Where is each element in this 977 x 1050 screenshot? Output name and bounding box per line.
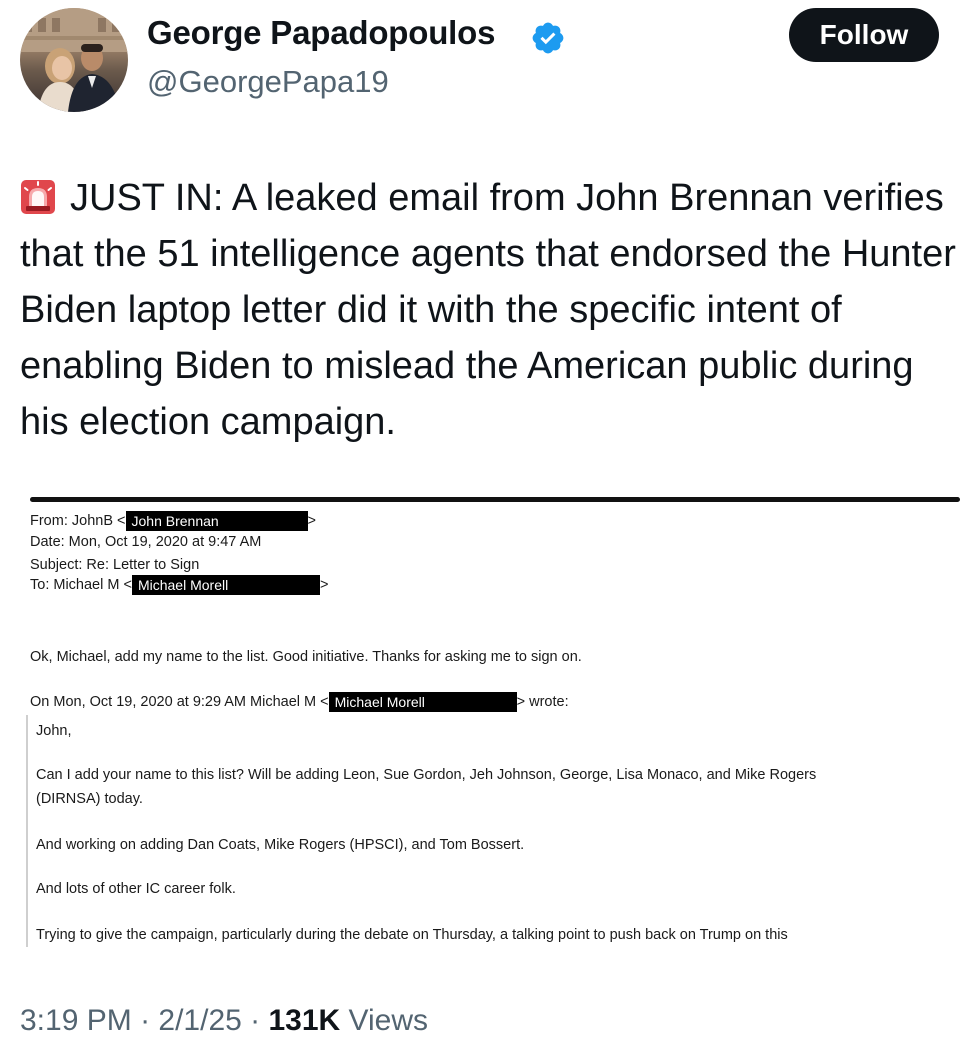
quoted-line: And working on adding Dan Coats, Mike Ro… <box>36 837 525 853</box>
email-to-line: To: Michael M < Michael Morell > <box>30 575 328 595</box>
email-reply-text: Ok, Michael, add my name to the list. Go… <box>30 649 582 665</box>
quote-indent-bar <box>26 715 28 947</box>
quote-header-suffix: > wrote: <box>516 694 569 710</box>
email-to-label: To: Michael M < <box>30 577 132 593</box>
views-label: Views <box>340 1004 429 1037</box>
quoted-line: And lots of other IC career folk. <box>36 881 236 897</box>
email-from-label: From: JohnB < <box>30 513 126 529</box>
follow-button[interactable]: Follow <box>789 8 939 62</box>
redacted-quote-address: Michael Morell <box>328 692 517 712</box>
image-top-border <box>30 497 960 502</box>
email-subject-line: Subject: Re: Letter to Sign <box>30 557 200 573</box>
tweet-media-image[interactable]: From: JohnB < John Brennan > Date: Mon, Oc… <box>14 493 965 960</box>
meta-separator: · <box>241 1004 269 1037</box>
tweet-body: JUST IN: A leaked email from John Brenna… <box>20 177 956 443</box>
redacted-to-address: Michael Morell <box>131 575 320 595</box>
tweet-date[interactable]: 2/1/25 <box>158 1004 241 1037</box>
verified-badge-icon <box>532 22 564 54</box>
views-count[interactable]: 131K <box>269 1004 341 1037</box>
quoted-line: (DIRNSA) today. <box>36 791 143 807</box>
quoted-line: Trying to give the campaign, particularl… <box>36 927 788 943</box>
email-date-line: Date: Mon, Oct 19, 2020 at 9:47 AM <box>30 534 262 550</box>
quoted-line: John, <box>36 723 72 739</box>
meta-separator: · <box>131 1004 159 1037</box>
email-to-close: > <box>319 577 329 593</box>
tweet-meta: 3:19 PM · 2/1/25 · 131K Views <box>20 1004 428 1038</box>
email-from-close: > <box>307 513 316 529</box>
quoted-line: Can I add your name to this list? Will b… <box>36 767 817 783</box>
author-handle[interactable]: @GeorgePapa19 <box>147 64 389 100</box>
email-quote-header: On Mon, Oct 19, 2020 at 9:29 AM Michael … <box>30 692 569 712</box>
email-from-line: From: JohnB < John Brennan > <box>30 511 316 531</box>
police-siren-icon <box>21 180 55 214</box>
avatar-photo <box>20 8 128 112</box>
author-avatar[interactable] <box>20 8 128 112</box>
quote-header-prefix: On Mon, Oct 19, 2020 at 9:29 AM Michael … <box>30 694 329 710</box>
author-name[interactable]: George Papadopoulos <box>147 14 495 52</box>
redacted-from-address: John Brennan <box>125 511 308 531</box>
tweet-time[interactable]: 3:19 PM <box>20 1004 132 1037</box>
tweet-text: JUST IN: A leaked email from John Brenna… <box>20 170 965 450</box>
